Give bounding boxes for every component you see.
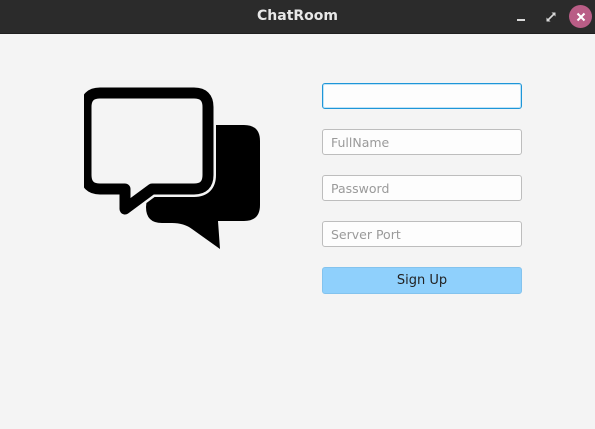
signup-panel: Sign Up	[0, 34, 595, 429]
maximize-button[interactable]	[540, 6, 562, 28]
password-field[interactable]	[322, 175, 522, 201]
maximize-icon	[546, 12, 556, 22]
close-button[interactable]	[569, 5, 592, 28]
fullname-field[interactable]	[322, 129, 522, 155]
sign-up-button[interactable]: Sign Up	[322, 267, 522, 294]
minimize-icon	[517, 19, 525, 21]
close-icon	[576, 12, 585, 21]
window-title: ChatRoom	[257, 8, 338, 24]
chat-bubbles-icon	[84, 87, 260, 249]
minimize-button[interactable]	[510, 6, 532, 28]
title-bar: ChatRoom	[0, 0, 595, 34]
server-port-field[interactable]	[322, 221, 522, 247]
username-field[interactable]	[322, 83, 522, 109]
